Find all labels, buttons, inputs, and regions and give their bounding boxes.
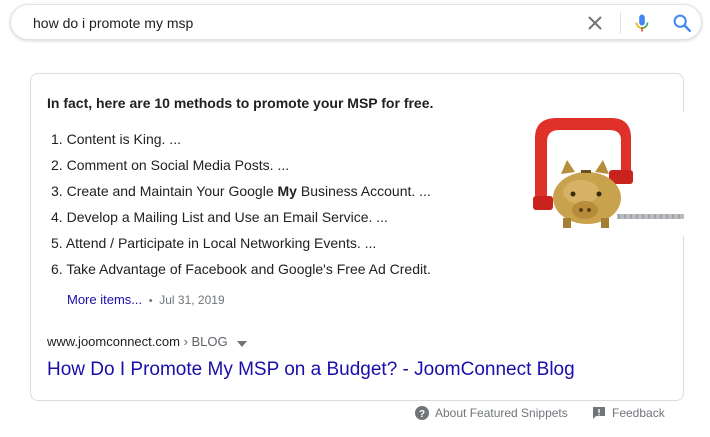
about-featured-snippets-link[interactable]: ? About Featured Snippets <box>415 405 568 421</box>
featured-snippet-card: In fact, here are 10 methods to promote … <box>30 73 684 401</box>
feedback-icon <box>593 407 605 419</box>
snippet-date: Jul 31, 2019 <box>159 293 225 307</box>
separator-dot: • <box>148 295 153 307</box>
snippet-thumbnail[interactable] <box>531 112 684 236</box>
mic-icon[interactable] <box>632 13 652 33</box>
result-breadcrumb: › BLOG <box>179 334 228 349</box>
list-item: 2. Comment on Social Media Posts. ... <box>51 157 290 173</box>
snippet-list: 1. Content is King. ... 2. Comment on So… <box>51 126 431 282</box>
result-domain: www.joomconnect.com <box>47 334 180 349</box>
list-item: 4. Develop a Mailing List and Use an Ema… <box>51 209 388 225</box>
list-item: 6. Take Advantage of Facebook and Google… <box>51 261 431 277</box>
search-bar-divider <box>620 12 621 34</box>
result-citation: www.joomconnect.com › BLOG <box>47 334 248 351</box>
caret-down-icon[interactable] <box>237 335 248 351</box>
piggy-bank-clamp-image <box>531 112 684 236</box>
snippet-footer: ? About Featured Snippets Feedback <box>0 405 710 423</box>
feedback-link[interactable]: Feedback <box>592 405 665 421</box>
svg-text:?: ? <box>419 409 425 420</box>
search-input[interactable] <box>33 14 553 32</box>
list-item: 3. Create and Maintain Your Google My Bu… <box>51 183 431 199</box>
more-items-link[interactable]: More items... <box>67 292 142 307</box>
snippet-heading: In fact, here are 10 methods to promote … <box>47 95 434 111</box>
more-items-row: More items... • Jul 31, 2019 <box>67 292 225 309</box>
help-icon: ? <box>415 406 429 420</box>
search-bar[interactable] <box>10 4 702 40</box>
search-icon[interactable] <box>672 13 692 33</box>
list-item: 1. Content is King. ... <box>51 131 181 147</box>
list-item: 5. Attend / Participate in Local Network… <box>51 235 377 251</box>
result-title-link[interactable]: How Do I Promote My MSP on a Budget? - J… <box>47 358 575 382</box>
close-icon[interactable] <box>585 13 605 33</box>
